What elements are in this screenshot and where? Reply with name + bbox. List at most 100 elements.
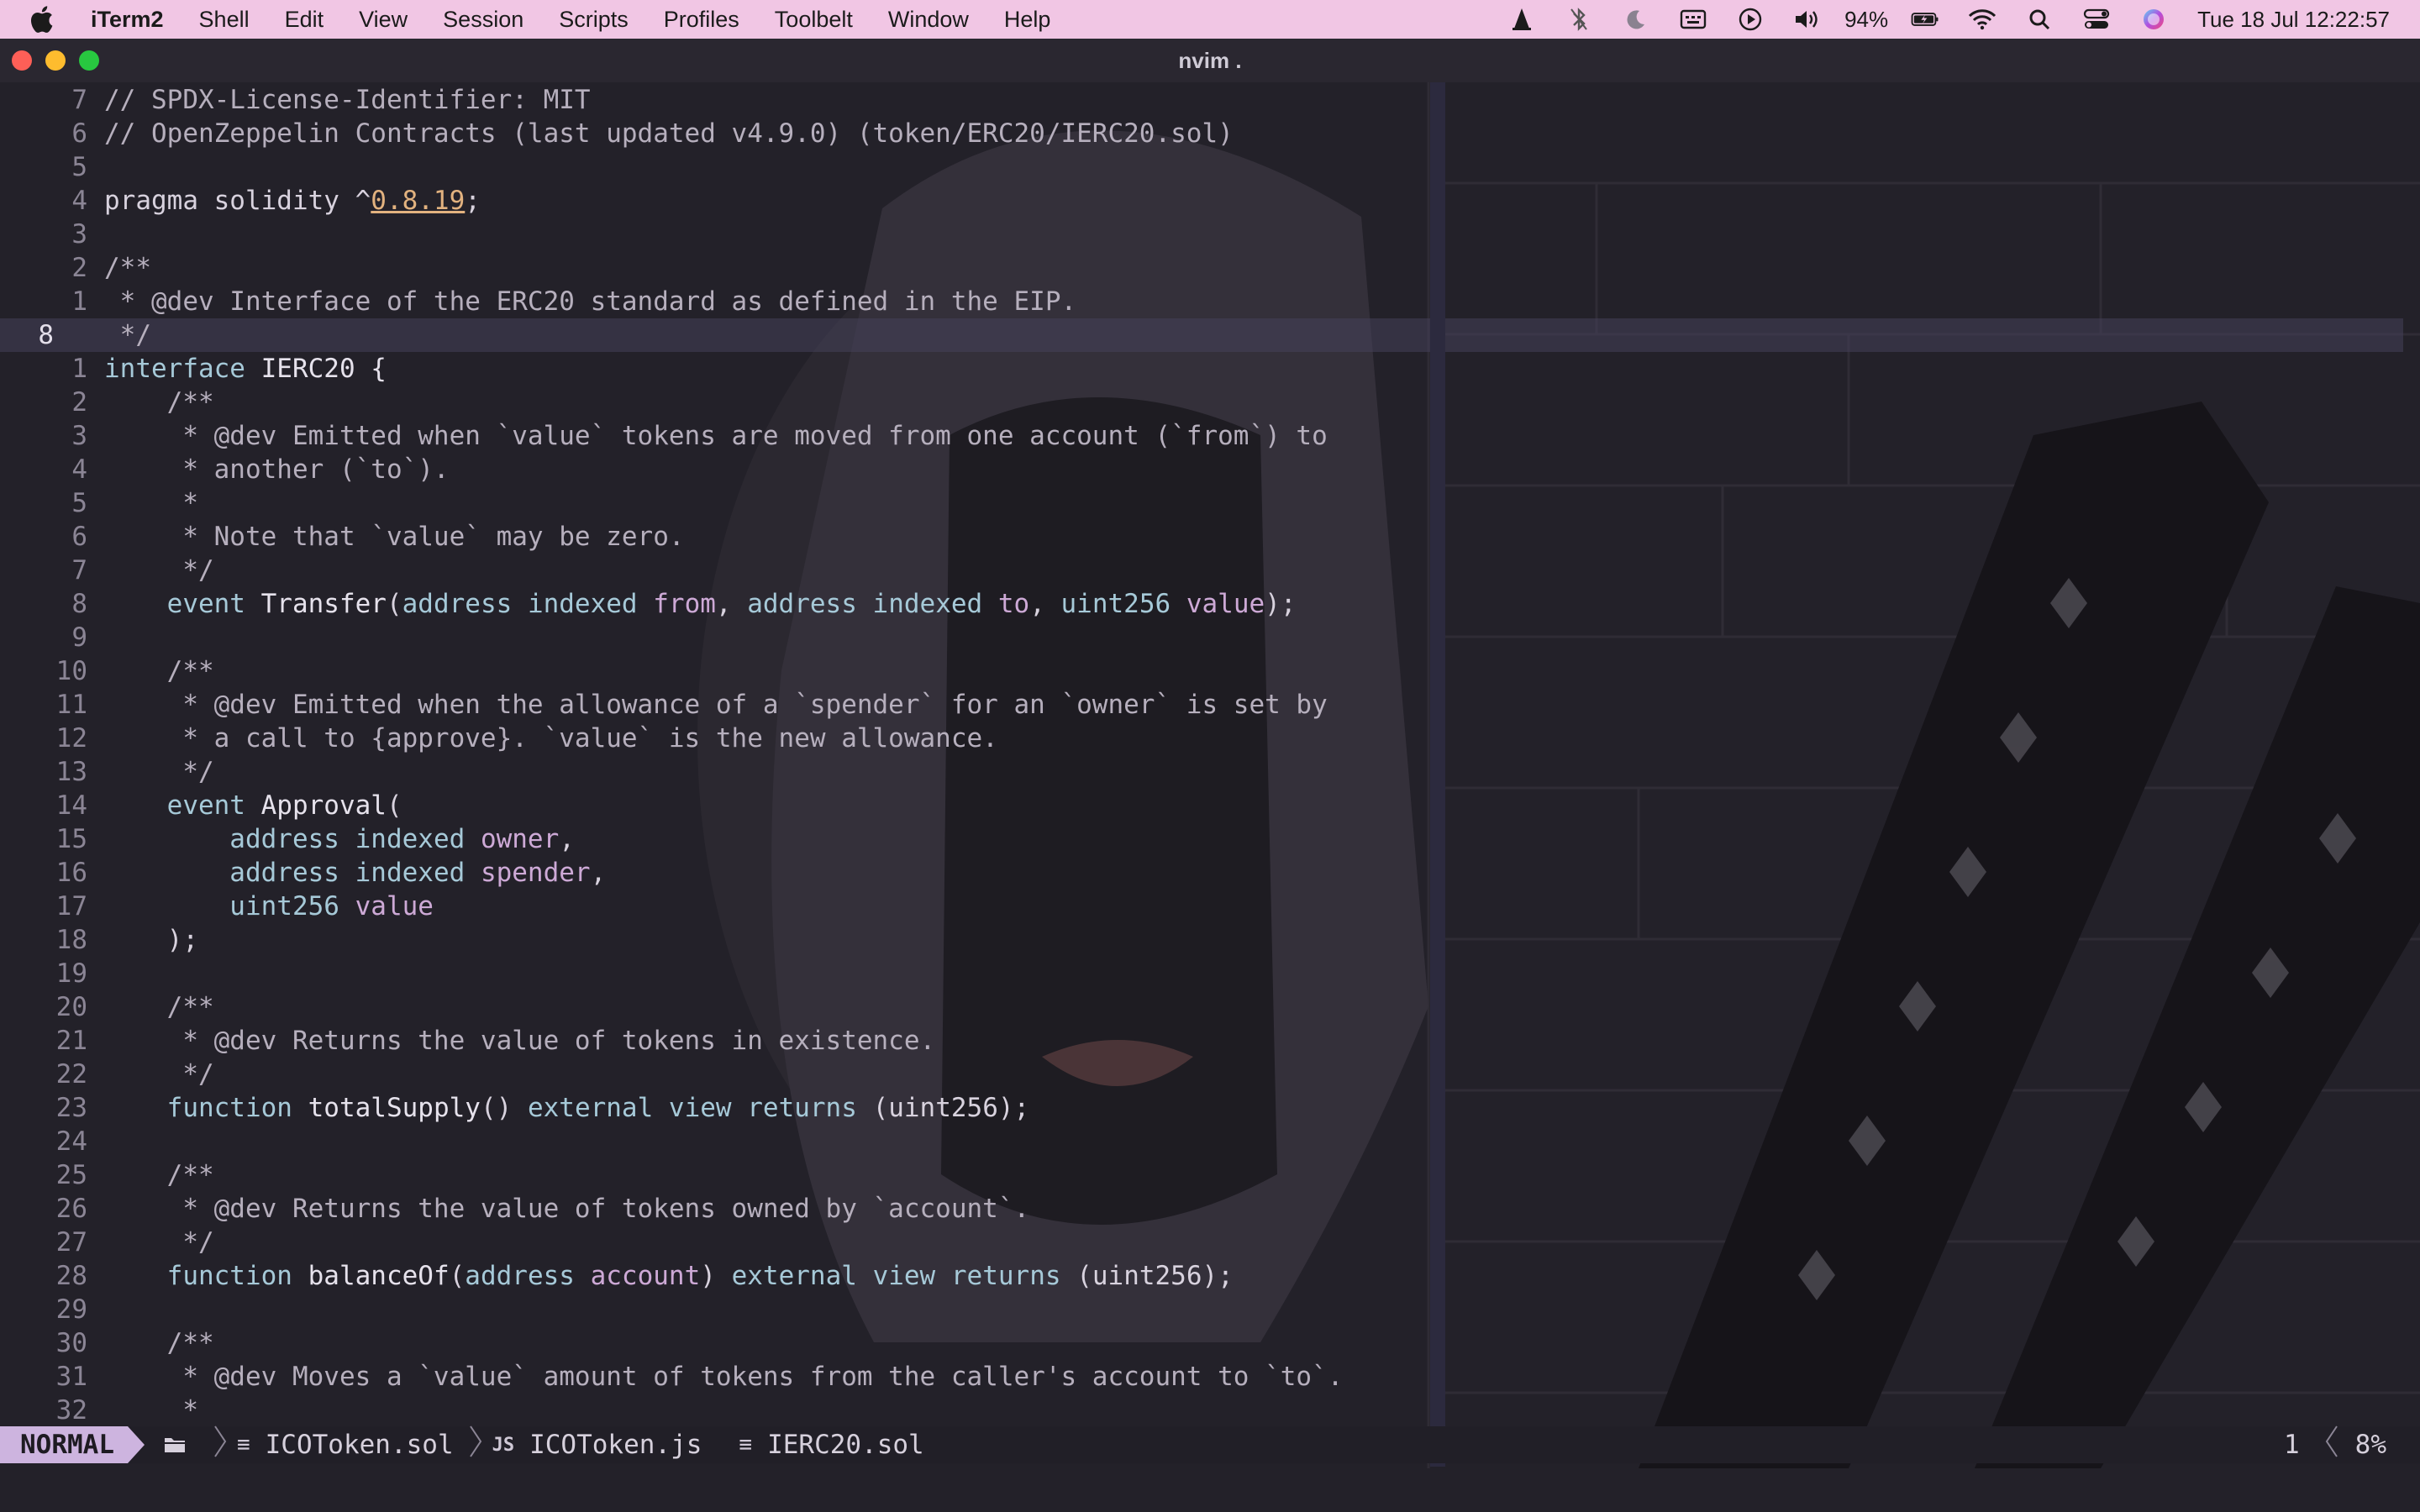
- terminal-window: nvim . 7// SPDX-License-Identifier: MIT 6…: [0, 39, 2420, 1512]
- code-line[interactable]: 20 /**: [0, 990, 2403, 1024]
- code-line[interactable]: 23 function totalSupply() external view …: [0, 1091, 2403, 1125]
- code-line[interactable]: 2 /**: [0, 386, 2403, 419]
- code-line[interactable]: 26 * @dev Returns the value of tokens ow…: [0, 1192, 2403, 1226]
- code-line[interactable]: 32 *: [0, 1394, 2403, 1427]
- menu-help[interactable]: Help: [986, 7, 1069, 33]
- code-line[interactable]: 11 * @dev Emitted when the allowance of …: [0, 688, 2403, 722]
- play-icon[interactable]: [1736, 7, 1765, 32]
- wifi-icon[interactable]: [1968, 7, 1996, 32]
- vlc-icon[interactable]: [1507, 7, 1536, 32]
- code-line[interactable]: 27 */: [0, 1226, 2403, 1259]
- code-line[interactable]: 6 * Note that `value` may be zero.: [0, 520, 2403, 554]
- apple-icon[interactable]: [29, 5, 62, 34]
- code-token: ;: [465, 186, 481, 216]
- code-line[interactable]: 29: [0, 1293, 2403, 1326]
- code-line[interactable]: 4 pragma solidity ^0.8.19;: [0, 184, 2403, 218]
- code-line[interactable]: 7 // SPDX-License-Identifier: MIT: [0, 83, 2403, 117]
- code-token: event: [104, 790, 261, 821]
- code-line[interactable]: 1 interface IERC20 {: [0, 352, 2403, 386]
- code-token: ,: [1029, 589, 1061, 619]
- code-token: ,: [715, 589, 748, 619]
- code-token: account: [590, 1261, 701, 1291]
- siri-icon[interactable]: [2139, 7, 2168, 32]
- code-line[interactable]: 5 *: [0, 486, 2403, 520]
- split-separator[interactable]: [1430, 82, 1445, 1467]
- code-line[interactable]: 4 * another (`to`).: [0, 453, 2403, 486]
- line-number: 15: [55, 824, 87, 854]
- line-number: 22: [55, 1059, 87, 1089]
- code-line[interactable]: 13 */: [0, 755, 2403, 789]
- moon-icon[interactable]: [1622, 7, 1650, 32]
- code-line[interactable]: 1 * @dev Interface of the ERC20 standard…: [0, 285, 2403, 318]
- bluetooth-icon[interactable]: [1565, 7, 1593, 32]
- menu-toolbelt[interactable]: Toolbelt: [757, 7, 871, 33]
- code-line[interactable]: 14 event Approval(: [0, 789, 2403, 822]
- menu-app-name[interactable]: iTerm2: [84, 7, 182, 33]
- code-line[interactable]: 28 function balanceOf(address account) e…: [0, 1259, 2403, 1293]
- code-line[interactable]: 12 * a call to {approve}. `value` is the…: [0, 722, 2403, 755]
- code-text: */: [104, 318, 151, 352]
- menubar-clock[interactable]: Tue 18 Jul 12:22:57: [2197, 7, 2390, 33]
- code-line[interactable]: 24: [0, 1125, 2403, 1158]
- buffer-tab-active[interactable]: ≡ IERC20.sol: [739, 1430, 923, 1460]
- code-token: * a call to {approve}. `value` is the ne…: [104, 723, 998, 753]
- chevron-left-icon: [2325, 1425, 2338, 1465]
- code-line[interactable]: 25 /**: [0, 1158, 2403, 1192]
- volume-icon[interactable]: [1793, 7, 1822, 32]
- line-count: 1: [2284, 1430, 2300, 1460]
- minimize-window-button[interactable]: [45, 50, 66, 71]
- line-number: 14: [55, 790, 87, 821]
- code-line[interactable]: 16 address indexed spender,: [0, 856, 2403, 890]
- battery-icon[interactable]: [1911, 7, 1939, 32]
- menu-shell[interactable]: Shell: [182, 7, 267, 33]
- code-token: address: [104, 858, 355, 888]
- code-line[interactable]: 21 * @dev Returns the value of tokens in…: [0, 1024, 2403, 1058]
- search-icon[interactable]: [2025, 7, 2054, 32]
- buffer-tab[interactable]: JS ICOToken.js: [492, 1430, 702, 1460]
- zoom-window-button[interactable]: [79, 50, 99, 71]
- code-line[interactable]: 5: [0, 150, 2403, 184]
- menu-window[interactable]: Window: [871, 7, 986, 33]
- code-token: to: [997, 589, 1030, 619]
- code-line-current[interactable]: 8 */: [0, 318, 2403, 352]
- control-center-icon[interactable]: [2082, 7, 2111, 32]
- code-token: address: [747, 589, 873, 619]
- close-window-button[interactable]: [12, 50, 32, 71]
- code-line[interactable]: 31 * @dev Moves a `value` amount of toke…: [0, 1360, 2403, 1394]
- code-line[interactable]: 7 */: [0, 554, 2403, 587]
- code-text: // OpenZeppelin Contracts (last updated …: [104, 117, 1234, 150]
- code-line[interactable]: 2 /**: [0, 251, 2403, 285]
- code-line[interactable]: 18 );: [0, 923, 2403, 957]
- code-line[interactable]: 3 * @dev Emitted when `value` tokens are…: [0, 419, 2403, 453]
- code-token: * @dev Moves a `value` amount of tokens …: [104, 1362, 1344, 1392]
- line-number: 1: [71, 354, 87, 384]
- code-line[interactable]: 10 /**: [0, 654, 2403, 688]
- folder-icon[interactable]: [163, 1435, 188, 1455]
- code-line[interactable]: 22 */: [0, 1058, 2403, 1091]
- code-line[interactable]: 6 // OpenZeppelin Contracts (last updated…: [0, 117, 2403, 150]
- code-token: * @dev Emitted when the allowance of a `…: [104, 690, 1328, 720]
- code-text: * @dev Returns the value of tokens owned…: [104, 1192, 1029, 1226]
- menu-view[interactable]: View: [341, 7, 425, 33]
- code-line[interactable]: 19: [0, 957, 2403, 990]
- buffer-tab[interactable]: ≡ ICOToken.sol: [237, 1430, 454, 1460]
- code-token: ): [700, 1261, 732, 1291]
- code-line[interactable]: 9: [0, 621, 2403, 654]
- code-line[interactable]: 3: [0, 218, 2403, 251]
- menu-edit[interactable]: Edit: [267, 7, 342, 33]
- keyboard-icon[interactable]: [1679, 7, 1707, 32]
- menu-profiles[interactable]: Profiles: [646, 7, 757, 33]
- code-line[interactable]: 30 /**: [0, 1326, 2403, 1360]
- menu-session[interactable]: Session: [425, 7, 541, 33]
- code-line[interactable]: 17 uint256 value: [0, 890, 2403, 923]
- code-editor[interactable]: 7 // SPDX-License-Identifier: MIT 6 // Open…: [0, 82, 2403, 1467]
- code-text: /**: [104, 990, 214, 1024]
- code-line[interactable]: 15 address indexed owner,: [0, 822, 2403, 856]
- window-titlebar[interactable]: nvim .: [0, 39, 2420, 82]
- code-token: owner: [480, 824, 560, 854]
- menu-scripts[interactable]: Scripts: [541, 7, 646, 33]
- code-line[interactable]: 8 event Transfer(address indexed from, a…: [0, 587, 2403, 621]
- mode-separator: [127, 1426, 145, 1463]
- code-token: /**: [104, 387, 214, 417]
- code-token: (: [386, 589, 402, 619]
